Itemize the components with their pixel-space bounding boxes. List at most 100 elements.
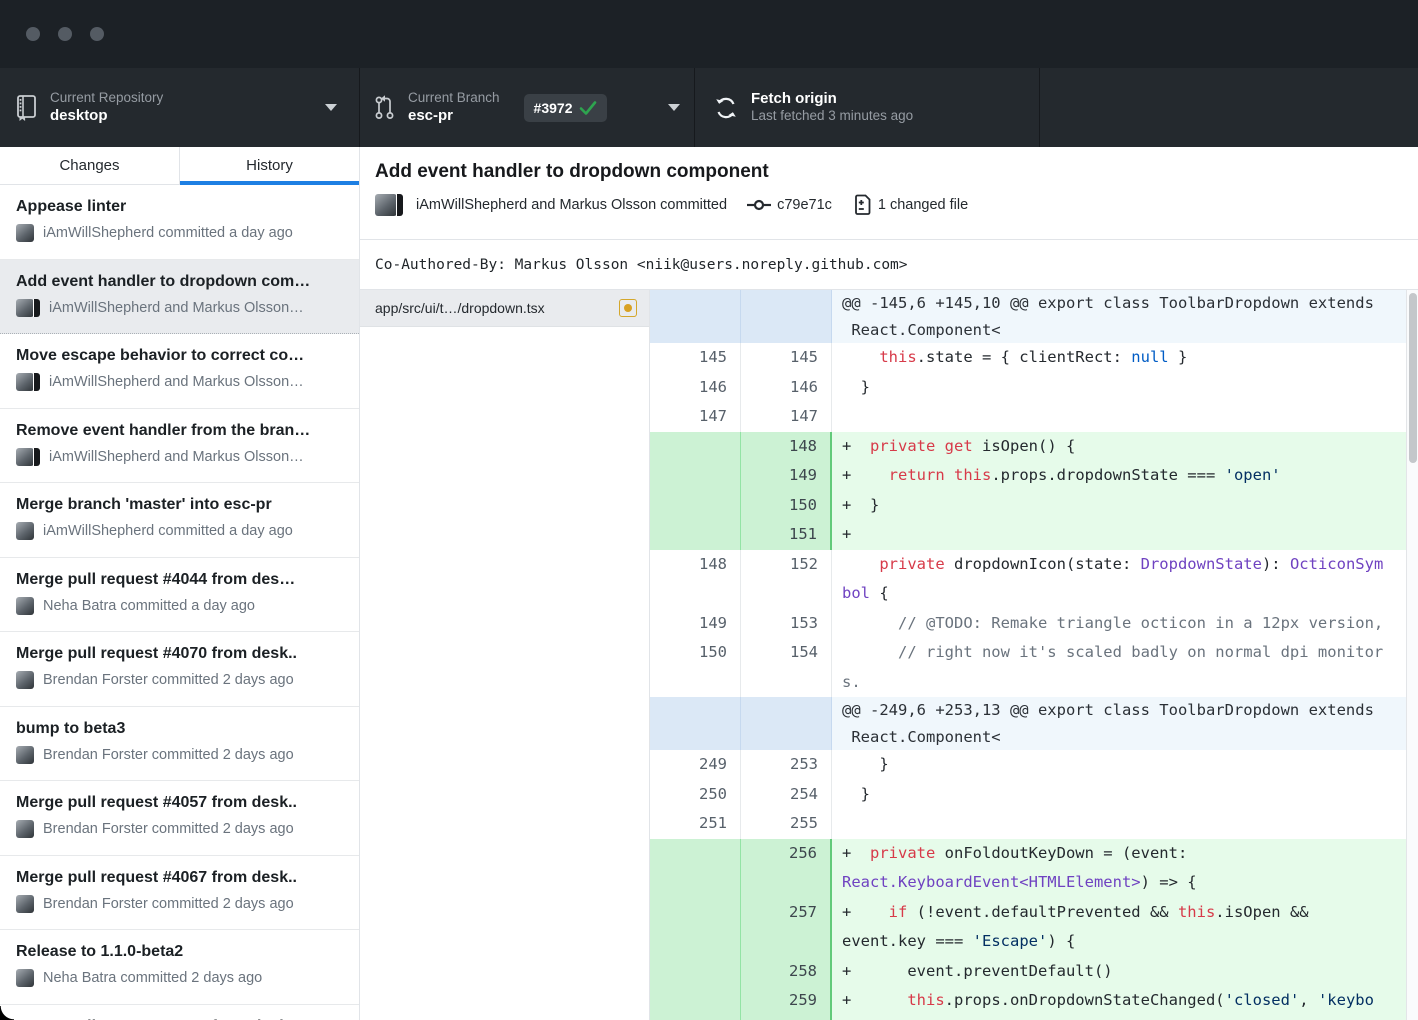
diff-line: 148152 private dropdownIcon(state: Dropd… [650,550,1406,609]
commit-title: Merge pull request #4070 from desk.. [16,645,345,663]
new-line-number: 147 [741,402,832,432]
old-line-number [650,839,741,898]
current-repository-button[interactable]: Current Repository desktop [0,68,360,147]
commit-list-item[interactable]: bump to beta3Brendan Forster committed 2… [0,707,359,782]
diff-line: 149153 // @TODO: Remake triangle octicon… [650,609,1406,639]
diff-line[interactable]: 259+ this.props.onDropdownStateChanged('… [650,986,1406,1020]
diff-line[interactable]: 148+ private get isOpen() { [650,432,1406,462]
commit-title: Appease linter [16,198,345,216]
commit-list-item[interactable]: Merge pull request #4067 from desk..Bren… [0,856,359,931]
old-line-number: 147 [650,402,741,432]
code-text: + if (!event.defaultPrevented && this.is… [832,898,1406,957]
commit-authors: iAmWillShepherd and Markus Olsson commit… [416,197,727,213]
commit-title: Add event handler to dropdown com… [16,273,345,291]
close-button[interactable] [26,27,40,41]
commit-sha: c79e71c [777,197,832,213]
commit-meta-text: Neha Batra committed a day ago [43,598,255,614]
commit-list-item[interactable]: Release to 1.1.0-beta2Neha Batra committ… [0,930,359,1005]
titlebar [0,0,1418,68]
fetch-origin-button[interactable]: Fetch origin Last fetched 3 minutes ago [695,68,1040,147]
avatar [16,448,34,466]
avatar [16,671,34,689]
current-repository-value: desktop [50,107,163,126]
old-line-number [650,290,741,343]
commit-list-item[interactable]: Merge pull request #4044 from des…Neha B… [0,558,359,633]
diff-line: 150154 // right now it's scaled badly on… [650,638,1406,697]
new-line-number [741,697,832,750]
maximize-button[interactable] [90,27,104,41]
old-line-number [650,898,741,957]
commit-header: Add event handler to dropdown component … [360,147,1418,240]
commit-list-item[interactable]: Merge branch 'master' into esc-priAmWill… [0,483,359,558]
diff-line: 249253 } [650,750,1406,780]
avatar [16,224,34,242]
code-text: + event.preventDefault() [832,957,1406,987]
sidebar-tabs: Changes History [0,147,360,185]
current-repository-label: Current Repository [50,90,163,107]
code-text: + private get isOpen() { [832,432,1406,462]
old-line-number: 250 [650,780,741,810]
old-line-number: 149 [650,609,741,639]
commit-description: Co-Authored-By: Markus Olsson <niik@user… [360,240,1418,290]
old-line-number [650,520,741,550]
window-controls [26,27,104,41]
code-text: @@ -145,6 +145,10 @@ export class Toolba… [832,290,1406,343]
commit-list-item[interactable]: Merge pull request #4057 from desk..Bren… [0,781,359,856]
changed-files-panel: app/src/ui/t…/dropdown.tsx [360,290,650,1020]
file-path: app/src/ui/t…/dropdown.tsx [375,300,611,316]
new-line-number: 154 [741,638,832,697]
diff-line[interactable]: 257+ if (!event.defaultPrevented && this… [650,898,1406,957]
diff-line[interactable]: 149+ return this.props.dropdownState ===… [650,461,1406,491]
commit-title: Remove event handler from the bran… [16,422,345,440]
new-line-number: 259 [741,986,832,1020]
old-line-number: 150 [650,638,741,697]
old-line-number: 249 [650,750,741,780]
diff-line: 250254 } [650,780,1406,810]
diff-line: 147147 [650,402,1406,432]
commit-title: bump to beta3 [16,720,345,738]
current-branch-button[interactable]: Current Branch esc-pr #3972 [360,68,695,147]
minimize-button[interactable] [58,27,72,41]
avatar [375,194,397,216]
old-line-number [650,697,741,750]
diff-scrollbar[interactable] [1406,290,1418,1020]
commit-title: Merge pull request #4057 from desk.. [16,794,345,812]
commit-list-item[interactable]: Merge pull request #4073 from desk.. [0,1005,359,1020]
changed-files-count: 1 changed file [878,197,968,213]
diff-line[interactable]: 258+ event.preventDefault() [650,957,1406,987]
old-line-number [650,957,741,987]
last-fetched-text: Last fetched 3 minutes ago [751,108,913,125]
diff-line: 145145 this.state = { clientRect: null } [650,343,1406,373]
new-line-number: 146 [741,373,832,403]
chevron-down-icon [668,104,680,111]
avatar [16,895,34,913]
commit-list-item[interactable]: Move escape behavior to correct co…iAmWi… [0,334,359,409]
new-line-number: 253 [741,750,832,780]
scrollbar-thumb[interactable] [1409,293,1417,463]
tab-changes[interactable]: Changes [0,147,179,184]
diff-line[interactable]: 151+ [650,520,1406,550]
github-desktop-window: Current Repository desktop Current Branc… [0,0,1418,1020]
avatar [16,522,34,540]
commit-meta-text: iAmWillShepherd committed a day ago [43,523,293,539]
commit-list-item[interactable]: Add event handler to dropdown com…iAmWil… [0,260,359,335]
old-line-number: 146 [650,373,741,403]
new-line-number: 153 [741,609,832,639]
code-text: + } [832,491,1406,521]
avatar [16,820,34,838]
file-list-item[interactable]: app/src/ui/t…/dropdown.tsx [360,290,649,327]
old-line-number: 145 [650,343,741,373]
diff-line[interactable]: 150+ } [650,491,1406,521]
avatar [16,746,34,764]
code-text: + [832,520,1406,550]
code-text: @@ -249,6 +253,13 @@ export class Toolba… [832,697,1406,750]
old-line-number [650,491,741,521]
diff-line[interactable]: 256+ private onFoldoutKeyDown = (event: … [650,839,1406,898]
diff-hunk-header: @@ -145,6 +145,10 @@ export class Toolba… [650,290,1406,343]
old-line-number: 148 [650,550,741,609]
commit-list-item[interactable]: Remove event handler from the bran…iAmWi… [0,409,359,484]
commit-list-item[interactable]: Appease linteriAmWillShepherd committed … [0,185,359,260]
new-line-number: 256 [741,839,832,898]
commit-list-item[interactable]: Merge pull request #4070 from desk..Bren… [0,632,359,707]
tab-history[interactable]: History [179,147,359,184]
